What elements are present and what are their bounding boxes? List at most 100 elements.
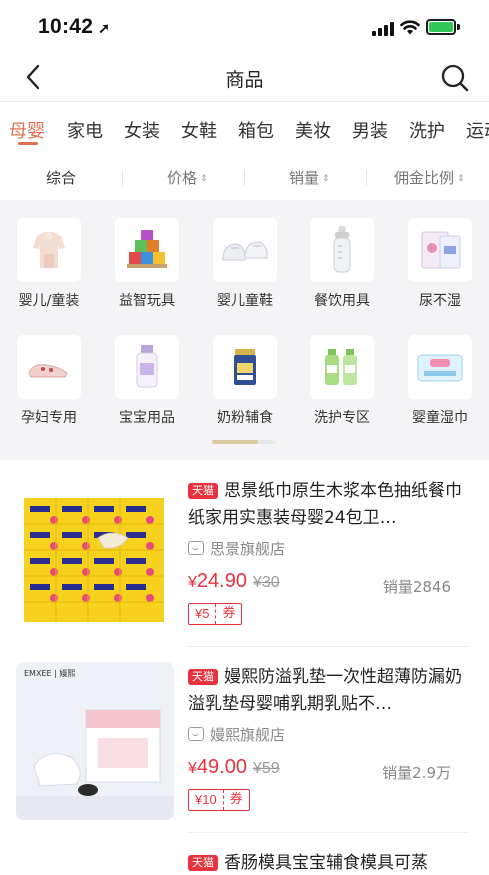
subcategory-label: 餐饮用具 — [314, 293, 370, 309]
divider — [244, 170, 245, 186]
shop-icon — [188, 727, 204, 741]
shop-name[interactable]: 嫚熙旗舰店 — [188, 724, 285, 745]
location-arrow-icon: ➚ — [98, 20, 111, 36]
subcategory-wash-care[interactable]: 洗护专区 — [302, 317, 382, 426]
sort-bar: 综合 价格 ⇕ 销量 ⇕ 佣金比例 ⇕ — [0, 158, 489, 198]
original-price: ¥59 — [252, 760, 280, 777]
tab-yundong[interactable]: 运动 — [466, 117, 489, 143]
sort-arrows-icon: ⇕ — [322, 174, 330, 184]
subcategory-label: 婴童湿巾 — [412, 410, 468, 426]
battery-charging-icon — [426, 19, 460, 35]
baby-shoes-icon — [213, 218, 277, 282]
baby-clothes-icon — [17, 218, 81, 282]
product-card[interactable]: 天猫 香肠模具宝宝辅食模具可蒸 — [0, 846, 489, 875]
shop-name[interactable]: 思景旗舰店 — [188, 538, 285, 559]
wash-bottles-icon — [310, 335, 374, 399]
tmall-badge: 天猫 — [188, 669, 218, 685]
tab-xiangbao[interactable]: 箱包 — [238, 117, 274, 143]
wifi-icon — [400, 20, 420, 35]
sort-label: 佣金比例 — [394, 169, 455, 187]
sort-label: 销量 — [289, 169, 320, 187]
coupon-label: 券 — [222, 606, 236, 621]
sort-price[interactable]: 价格 ⇕ — [167, 167, 208, 188]
subcategory-baby-shoes[interactable]: 婴儿童鞋 — [205, 200, 285, 309]
coupon-label: 券 — [229, 792, 243, 807]
tmall-badge: 天猫 — [188, 483, 218, 499]
tab-meizhuang[interactable]: 美妆 — [295, 117, 331, 143]
subcategory-diapers[interactable]: 尿不湿 — [400, 200, 480, 309]
coupon-tag[interactable]: ¥10 券 — [188, 789, 250, 811]
divider — [188, 646, 469, 647]
sort-arrows-icon: ⇕ — [457, 174, 465, 184]
subcategory-label: 孕妇专用 — [21, 410, 77, 426]
category-tabs: 母婴 家电 女装 女鞋 箱包 美妆 男装 洗护 运动 — [0, 105, 489, 153]
subcategory-baby-clothes[interactable]: 婴儿/童装 — [9, 200, 89, 309]
status-time: 10:42 ➚ — [38, 15, 110, 39]
image-brand-text: EMXEE | 嫚熙 — [24, 668, 75, 678]
divider — [188, 832, 469, 833]
wet-wipes-icon — [408, 335, 472, 399]
product-title[interactable]: 天猫 思景纸巾原生木浆本色抽纸餐巾纸家用实惠装母婴24包卫… — [188, 478, 470, 532]
product-image[interactable]: EMXEE | 嫚熙 — [16, 662, 174, 820]
baby-bottle-icon — [310, 218, 374, 282]
shop-name-text: 思景旗舰店 — [210, 540, 286, 558]
tmall-badge: 天猫 — [188, 855, 218, 871]
sort-commission[interactable]: 佣金比例 ⇕ — [394, 167, 465, 188]
subcategory-label: 尿不湿 — [419, 293, 461, 309]
product-title-text: 嫚熙防溢乳垫一次性超薄防漏奶溢乳垫母婴哺乳期乳贴不… — [188, 667, 462, 714]
baby-lotion-icon — [115, 335, 179, 399]
subcategory-feeding[interactable]: 餐饮用具 — [302, 200, 382, 309]
cellular-signal-icon — [372, 22, 396, 36]
coupon-amount: ¥10 — [189, 790, 224, 810]
shop-icon — [188, 541, 204, 555]
subcategory-toys[interactable]: 益智玩具 — [107, 200, 187, 309]
sort-label: 价格 — [167, 169, 198, 187]
sales-count: 销量2.9万 — [382, 764, 451, 782]
active-tab-indicator — [18, 142, 38, 145]
subcategory-baby-supplies[interactable]: 宝宝用品 — [107, 317, 187, 426]
sort-label: 综合 — [46, 169, 77, 187]
tab-nvxie[interactable]: 女鞋 — [181, 117, 217, 143]
sort-arrows-icon: ⇕ — [200, 174, 208, 184]
product-title-text: 思景纸巾原生木浆本色抽纸餐巾纸家用实惠装母婴24包卫… — [188, 481, 462, 528]
subcategory-label: 婴儿/童装 — [18, 293, 80, 309]
search-icon[interactable] — [440, 63, 470, 93]
tab-nvzhuang[interactable]: 女装 — [124, 117, 160, 143]
product-title-text: 香肠模具宝宝辅食模具可蒸 — [224, 853, 428, 873]
subcategory-label: 宝宝用品 — [119, 410, 175, 426]
divider — [122, 170, 123, 186]
page-title: 商品 — [225, 69, 264, 91]
sort-sales[interactable]: 销量 ⇕ — [289, 167, 330, 188]
toy-blocks-icon — [115, 218, 179, 282]
original-price: ¥30 — [252, 574, 280, 591]
nav-bar: 商品 — [0, 52, 489, 102]
product-image[interactable] — [16, 476, 174, 634]
product-card[interactable]: EMXEE | 嫚熙 天猫 嫚熙防溢乳垫一次性超薄防漏奶溢乳垫母婴哺乳期乳贴不… … — [0, 660, 489, 850]
subcategory-wet-wipes[interactable]: 婴童湿巾 — [400, 317, 480, 426]
price-value: 24.90 — [196, 570, 247, 592]
subcategory-label: 婴儿童鞋 — [217, 293, 273, 309]
tab-jiadian[interactable]: 家电 — [67, 117, 103, 143]
subcategory-grid: 婴儿/童装 益智玩具 婴儿童鞋 餐饮用具 尿不湿 孕妇专用 宝宝用品 奶粉辅食 … — [0, 200, 489, 460]
sort-comprehensive[interactable]: 综合 — [46, 167, 76, 188]
page-indicator — [212, 440, 276, 444]
sales-count: 销量2846 — [382, 578, 451, 596]
shop-name-text: 嫚熙旗舰店 — [210, 726, 286, 744]
currency-symbol: ¥ — [188, 760, 197, 777]
subcategory-label: 洗护专区 — [314, 410, 370, 426]
milk-powder-icon — [213, 335, 277, 399]
product-title[interactable]: 天猫 嫚熙防溢乳垫一次性超薄防漏奶溢乳垫母婴哺乳期乳贴不… — [188, 664, 470, 718]
product-price: ¥49.00 ¥59 — [188, 756, 280, 779]
subcategory-maternity[interactable]: 孕妇专用 — [9, 317, 89, 426]
tab-nanzhuang[interactable]: 男装 — [352, 117, 388, 143]
diaper-pack-icon — [408, 218, 472, 282]
subcategory-formula[interactable]: 奶粉辅食 — [205, 317, 285, 426]
product-price: ¥24.90 ¥30 — [188, 570, 280, 593]
status-bar: 10:42 ➚ — [0, 0, 489, 52]
tab-xihu[interactable]: 洗护 — [409, 117, 445, 143]
price-value: 49.00 — [196, 756, 247, 778]
product-title[interactable]: 天猫 香肠模具宝宝辅食模具可蒸 — [188, 850, 470, 875]
product-card[interactable]: 天猫 思景纸巾原生木浆本色抽纸餐巾纸家用实惠装母婴24包卫… 思景旗舰店 ¥24.… — [0, 460, 489, 660]
tab-muying[interactable]: 母婴 — [9, 117, 45, 143]
coupon-tag[interactable]: ¥5 券 — [188, 603, 243, 625]
